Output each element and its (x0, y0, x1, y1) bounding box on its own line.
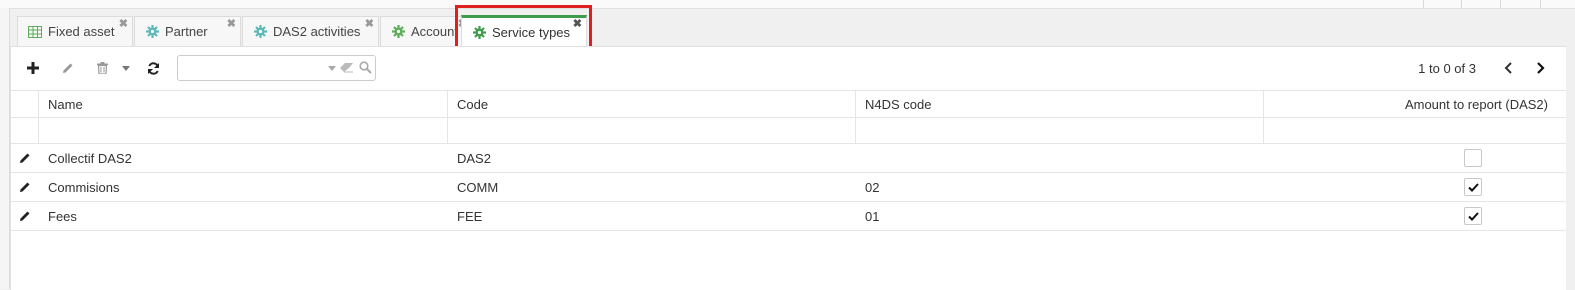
tab-label: DAS2 activities (273, 24, 361, 39)
row-edit-button[interactable] (11, 173, 39, 201)
top-divider (1540, 0, 1541, 8)
cell-amount-to-report (1458, 173, 1488, 201)
cell-code: COMM (457, 179, 499, 195)
pencil-icon (20, 211, 30, 221)
tab-partner[interactable]: Partner ✖ (134, 16, 241, 46)
table-row[interactable]: Fees FEE 01 (11, 202, 1566, 231)
tab-fixed-asset[interactable]: Fixed asset ✖ (17, 16, 133, 46)
caret-down-icon (122, 65, 130, 71)
tab-das2-activities[interactable]: DAS2 activities ✖ (242, 16, 379, 46)
header-row: Name Code N4DS code Amount to report (DA… (11, 90, 1566, 118)
checkbox-checked[interactable] (1464, 178, 1482, 196)
search-icon[interactable] (359, 61, 372, 74)
table-row[interactable]: Collectif DAS2 DAS2 (11, 144, 1566, 173)
checkbox-unchecked[interactable] (1464, 149, 1482, 167)
close-icon[interactable]: ✖ (119, 19, 128, 30)
checkmark-icon (1467, 211, 1479, 221)
checkbox-checked[interactable] (1464, 207, 1482, 225)
filter-row (11, 118, 1566, 144)
gear-icon (145, 25, 159, 39)
chevron-left-icon (1504, 62, 1512, 74)
top-divider (1423, 0, 1424, 8)
cell-n4ds-code (856, 144, 1264, 172)
table-grid-icon (28, 25, 42, 39)
top-divider (1500, 0, 1501, 8)
filter-spacer (11, 118, 39, 143)
column-header-name[interactable]: Name (39, 91, 448, 117)
tab-account[interactable]: Account ✖ (380, 16, 472, 46)
pagination-info: 1 to 0 of 3 (1418, 61, 1476, 76)
header-edit-column (11, 91, 39, 117)
cell-amount-to-report (1458, 202, 1488, 230)
left-sidebar-edge (0, 8, 10, 289)
tab-label: Service types (492, 24, 571, 40)
column-header-n4ds-code[interactable]: N4DS code (856, 91, 1264, 117)
tab-label: Partner (165, 24, 208, 39)
previous-page-button[interactable] (1499, 58, 1517, 78)
cell-name: Collectif DAS2 (48, 150, 132, 166)
filter-name[interactable] (39, 118, 448, 143)
pencil-icon (20, 182, 30, 192)
row-edit-button[interactable] (11, 202, 39, 230)
add-button[interactable] (25, 57, 41, 79)
gear-icon (472, 25, 486, 39)
cell-n4ds-code: 01 (865, 208, 880, 224)
cell-code: FEE (457, 208, 483, 224)
filter-n4ds-code[interactable] (856, 118, 1264, 143)
close-icon[interactable]: ✖ (227, 19, 236, 30)
tab-label: Account (411, 24, 458, 39)
cell-amount-to-report (1458, 144, 1488, 172)
delete-button[interactable] (95, 57, 109, 79)
chevron-right-icon (1537, 62, 1545, 74)
trash-icon (96, 62, 108, 74)
checkmark-icon (1467, 182, 1479, 192)
gear-icon (391, 25, 405, 39)
tab-bar: Fixed asset ✖ Partner ✖ DAS2 activities … (17, 15, 1575, 47)
close-icon[interactable]: ✖ (573, 19, 582, 30)
pencil-icon (20, 153, 30, 163)
toolbar: 1 to 0 of 3 (11, 47, 1566, 90)
top-divider (1461, 0, 1462, 8)
plus-icon (27, 62, 39, 74)
column-header-code[interactable]: Code (448, 91, 856, 117)
edit-button[interactable] (60, 57, 76, 79)
filter-amount-to-report[interactable] (1264, 118, 1566, 143)
cell-name: Commisions (48, 179, 120, 195)
gear-icon (253, 25, 267, 39)
eraser-icon[interactable] (340, 63, 354, 73)
close-icon[interactable]: ✖ (365, 19, 374, 30)
caret-down-icon[interactable] (328, 66, 336, 71)
tab-label: Fixed asset (48, 24, 115, 39)
refresh-icon (147, 61, 159, 75)
row-edit-button[interactable] (11, 144, 39, 172)
search-box (177, 55, 376, 81)
search-input[interactable] (182, 59, 326, 79)
cell-n4ds-code: 02 (865, 179, 880, 195)
next-page-button[interactable] (1532, 58, 1550, 78)
column-header-amount-to-report[interactable]: Amount to report (DAS2) (1264, 91, 1566, 117)
grid-panel: 1 to 0 of 3 Name Code N4DS code Amount t… (10, 46, 1566, 290)
top-strip (0, 0, 1575, 9)
tab-service-types[interactable]: Service types ✖ (461, 15, 587, 46)
cell-name: Fees (48, 208, 77, 224)
pencil-icon (63, 63, 73, 73)
cell-code: DAS2 (457, 150, 491, 166)
table-row[interactable]: Commisions COMM 02 (11, 173, 1566, 202)
filter-code[interactable] (448, 118, 856, 143)
refresh-button[interactable] (145, 57, 161, 79)
delete-dropdown-toggle[interactable] (121, 57, 131, 79)
